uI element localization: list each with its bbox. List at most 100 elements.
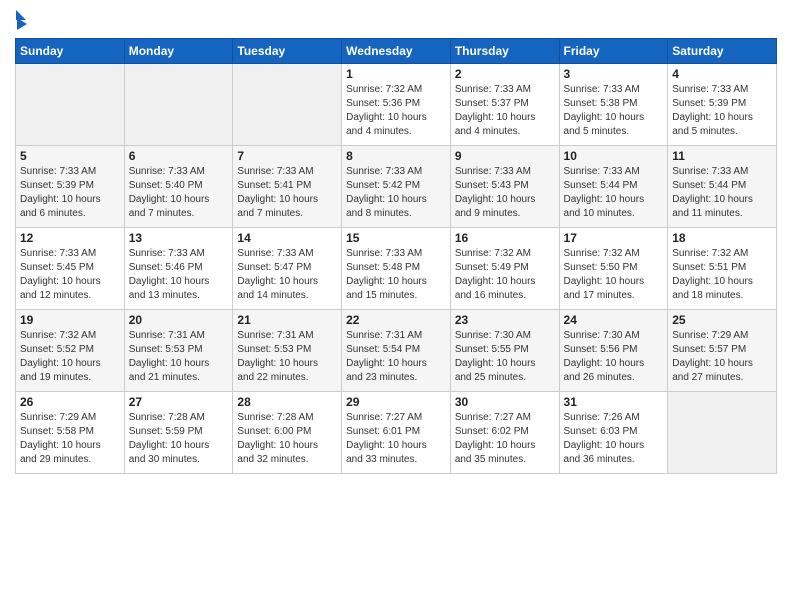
day-number: 22 [346, 313, 446, 327]
day-info: Sunrise: 7:33 AMSunset: 5:46 PMDaylight:… [129, 247, 229, 303]
day-cell: 13 Sunrise: 7:33 AMSunset: 5:46 PMDayligh… [124, 228, 233, 310]
day-number: 12 [20, 231, 120, 245]
day-cell: 4 Sunrise: 7:33 AMSunset: 5:39 PMDaylight… [668, 64, 777, 146]
day-info: Sunrise: 7:27 AMSunset: 6:02 PMDaylight:… [455, 411, 555, 467]
day-cell: 20 Sunrise: 7:31 AMSunset: 5:53 PMDayligh… [124, 310, 233, 392]
day-info: Sunrise: 7:33 AMSunset: 5:38 PMDaylight:… [564, 83, 664, 139]
day-info: Sunrise: 7:33 AMSunset: 5:44 PMDaylight:… [672, 165, 772, 221]
day-info: Sunrise: 7:32 AMSunset: 5:50 PMDaylight:… [564, 247, 664, 303]
day-number: 29 [346, 395, 446, 409]
weekday-header-monday: Monday [124, 39, 233, 64]
weekday-header-saturday: Saturday [668, 39, 777, 64]
day-info: Sunrise: 7:33 AMSunset: 5:39 PMDaylight:… [672, 83, 772, 139]
day-number: 7 [237, 149, 337, 163]
day-info: Sunrise: 7:30 AMSunset: 5:56 PMDaylight:… [564, 329, 664, 385]
day-cell: 8 Sunrise: 7:33 AMSunset: 5:42 PMDaylight… [342, 146, 451, 228]
day-number: 11 [672, 149, 772, 163]
day-cell [233, 64, 342, 146]
day-cell: 26 Sunrise: 7:29 AMSunset: 5:58 PMDayligh… [16, 392, 125, 474]
day-number: 27 [129, 395, 229, 409]
day-cell: 1Sunrise: 7:32 AMSunset: 5:36 PMDaylight… [342, 64, 451, 146]
day-info: Sunrise: 7:27 AMSunset: 6:01 PMDaylight:… [346, 411, 446, 467]
week-row-1: 1Sunrise: 7:32 AMSunset: 5:36 PMDaylight… [16, 64, 777, 146]
day-info: Sunrise: 7:33 AMSunset: 5:47 PMDaylight:… [237, 247, 337, 303]
week-row-2: 5 Sunrise: 7:33 AMSunset: 5:39 PMDaylight… [16, 146, 777, 228]
day-cell: 19 Sunrise: 7:32 AMSunset: 5:52 PMDayligh… [16, 310, 125, 392]
weekday-header-wednesday: Wednesday [342, 39, 451, 64]
day-info: Sunrise: 7:32 AMSunset: 5:52 PMDaylight:… [20, 329, 120, 385]
day-info: Sunrise: 7:33 AMSunset: 5:37 PMDaylight:… [455, 83, 555, 139]
day-cell: 23 Sunrise: 7:30 AMSunset: 5:55 PMDayligh… [450, 310, 559, 392]
day-cell: 21 Sunrise: 7:31 AMSunset: 5:53 PMDayligh… [233, 310, 342, 392]
day-number: 25 [672, 313, 772, 327]
week-row-3: 12 Sunrise: 7:33 AMSunset: 5:45 PMDayligh… [16, 228, 777, 310]
day-number: 3 [564, 67, 664, 81]
day-number: 10 [564, 149, 664, 163]
day-number: 30 [455, 395, 555, 409]
day-number: 31 [564, 395, 664, 409]
page: SundayMondayTuesdayWednesdayThursdayFrid… [0, 0, 792, 612]
day-cell: 6 Sunrise: 7:33 AMSunset: 5:40 PMDaylight… [124, 146, 233, 228]
day-number: 21 [237, 313, 337, 327]
day-number: 20 [129, 313, 229, 327]
day-info: Sunrise: 7:33 AMSunset: 5:39 PMDaylight:… [20, 165, 120, 221]
day-info: Sunrise: 7:33 AMSunset: 5:42 PMDaylight:… [346, 165, 446, 221]
day-info: Sunrise: 7:33 AMSunset: 5:45 PMDaylight:… [20, 247, 120, 303]
day-cell [16, 64, 125, 146]
day-cell: 7 Sunrise: 7:33 AMSunset: 5:41 PMDaylight… [233, 146, 342, 228]
day-cell: 17 Sunrise: 7:32 AMSunset: 5:50 PMDayligh… [559, 228, 668, 310]
weekday-header-thursday: Thursday [450, 39, 559, 64]
day-cell: 28 Sunrise: 7:28 AMSunset: 6:00 PMDayligh… [233, 392, 342, 474]
day-cell: 25 Sunrise: 7:29 AMSunset: 5:57 PMDayligh… [668, 310, 777, 392]
week-row-4: 19 Sunrise: 7:32 AMSunset: 5:52 PMDayligh… [16, 310, 777, 392]
day-info: Sunrise: 7:31 AMSunset: 5:53 PMDaylight:… [129, 329, 229, 385]
day-cell: 30 Sunrise: 7:27 AMSunset: 6:02 PMDayligh… [450, 392, 559, 474]
weekday-header-sunday: Sunday [16, 39, 125, 64]
day-number: 19 [20, 313, 120, 327]
day-cell: 5 Sunrise: 7:33 AMSunset: 5:39 PMDaylight… [16, 146, 125, 228]
day-number: 15 [346, 231, 446, 245]
day-number: 16 [455, 231, 555, 245]
header [15, 10, 777, 30]
day-cell: 22 Sunrise: 7:31 AMSunset: 5:54 PMDayligh… [342, 310, 451, 392]
day-info: Sunrise: 7:28 AMSunset: 6:00 PMDaylight:… [237, 411, 337, 467]
day-cell: 16Sunrise: 7:32 AMSunset: 5:49 PMDayligh… [450, 228, 559, 310]
day-info: Sunrise: 7:33 AMSunset: 5:48 PMDaylight:… [346, 247, 446, 303]
calendar-table: SundayMondayTuesdayWednesdayThursdayFrid… [15, 38, 777, 474]
day-info: Sunrise: 7:32 AMSunset: 5:51 PMDaylight:… [672, 247, 772, 303]
day-info: Sunrise: 7:30 AMSunset: 5:55 PMDaylight:… [455, 329, 555, 385]
day-cell: 12 Sunrise: 7:33 AMSunset: 5:45 PMDayligh… [16, 228, 125, 310]
week-row-5: 26 Sunrise: 7:29 AMSunset: 5:58 PMDayligh… [16, 392, 777, 474]
day-info: Sunrise: 7:33 AMSunset: 5:44 PMDaylight:… [564, 165, 664, 221]
day-info: Sunrise: 7:26 AMSunset: 6:03 PMDaylight:… [564, 411, 664, 467]
day-number: 6 [129, 149, 229, 163]
day-cell: 14 Sunrise: 7:33 AMSunset: 5:47 PMDayligh… [233, 228, 342, 310]
day-number: 13 [129, 231, 229, 245]
day-number: 4 [672, 67, 772, 81]
day-info: Sunrise: 7:33 AMSunset: 5:40 PMDaylight:… [129, 165, 229, 221]
day-cell [124, 64, 233, 146]
day-number: 17 [564, 231, 664, 245]
day-cell: 18Sunrise: 7:32 AMSunset: 5:51 PMDayligh… [668, 228, 777, 310]
weekday-header-row: SundayMondayTuesdayWednesdayThursdayFrid… [16, 39, 777, 64]
day-info: Sunrise: 7:33 AMSunset: 5:41 PMDaylight:… [237, 165, 337, 221]
day-cell: 29 Sunrise: 7:27 AMSunset: 6:01 PMDayligh… [342, 392, 451, 474]
weekday-header-tuesday: Tuesday [233, 39, 342, 64]
day-cell: 3 Sunrise: 7:33 AMSunset: 5:38 PMDaylight… [559, 64, 668, 146]
day-cell: 2Sunrise: 7:33 AMSunset: 5:37 PMDaylight… [450, 64, 559, 146]
logo [15, 10, 27, 30]
day-number: 28 [237, 395, 337, 409]
day-cell: 27Sunrise: 7:28 AMSunset: 5:59 PMDayligh… [124, 392, 233, 474]
day-number: 8 [346, 149, 446, 163]
day-info: Sunrise: 7:31 AMSunset: 5:54 PMDaylight:… [346, 329, 446, 385]
day-info: Sunrise: 7:31 AMSunset: 5:53 PMDaylight:… [237, 329, 337, 385]
day-cell: 9Sunrise: 7:33 AMSunset: 5:43 PMDaylight… [450, 146, 559, 228]
day-number: 23 [455, 313, 555, 327]
day-info: Sunrise: 7:29 AMSunset: 5:58 PMDaylight:… [20, 411, 120, 467]
day-cell: 10 Sunrise: 7:33 AMSunset: 5:44 PMDayligh… [559, 146, 668, 228]
day-cell: 15 Sunrise: 7:33 AMSunset: 5:48 PMDayligh… [342, 228, 451, 310]
day-number: 26 [20, 395, 120, 409]
day-info: Sunrise: 7:29 AMSunset: 5:57 PMDaylight:… [672, 329, 772, 385]
day-number: 5 [20, 149, 120, 163]
day-number: 14 [237, 231, 337, 245]
